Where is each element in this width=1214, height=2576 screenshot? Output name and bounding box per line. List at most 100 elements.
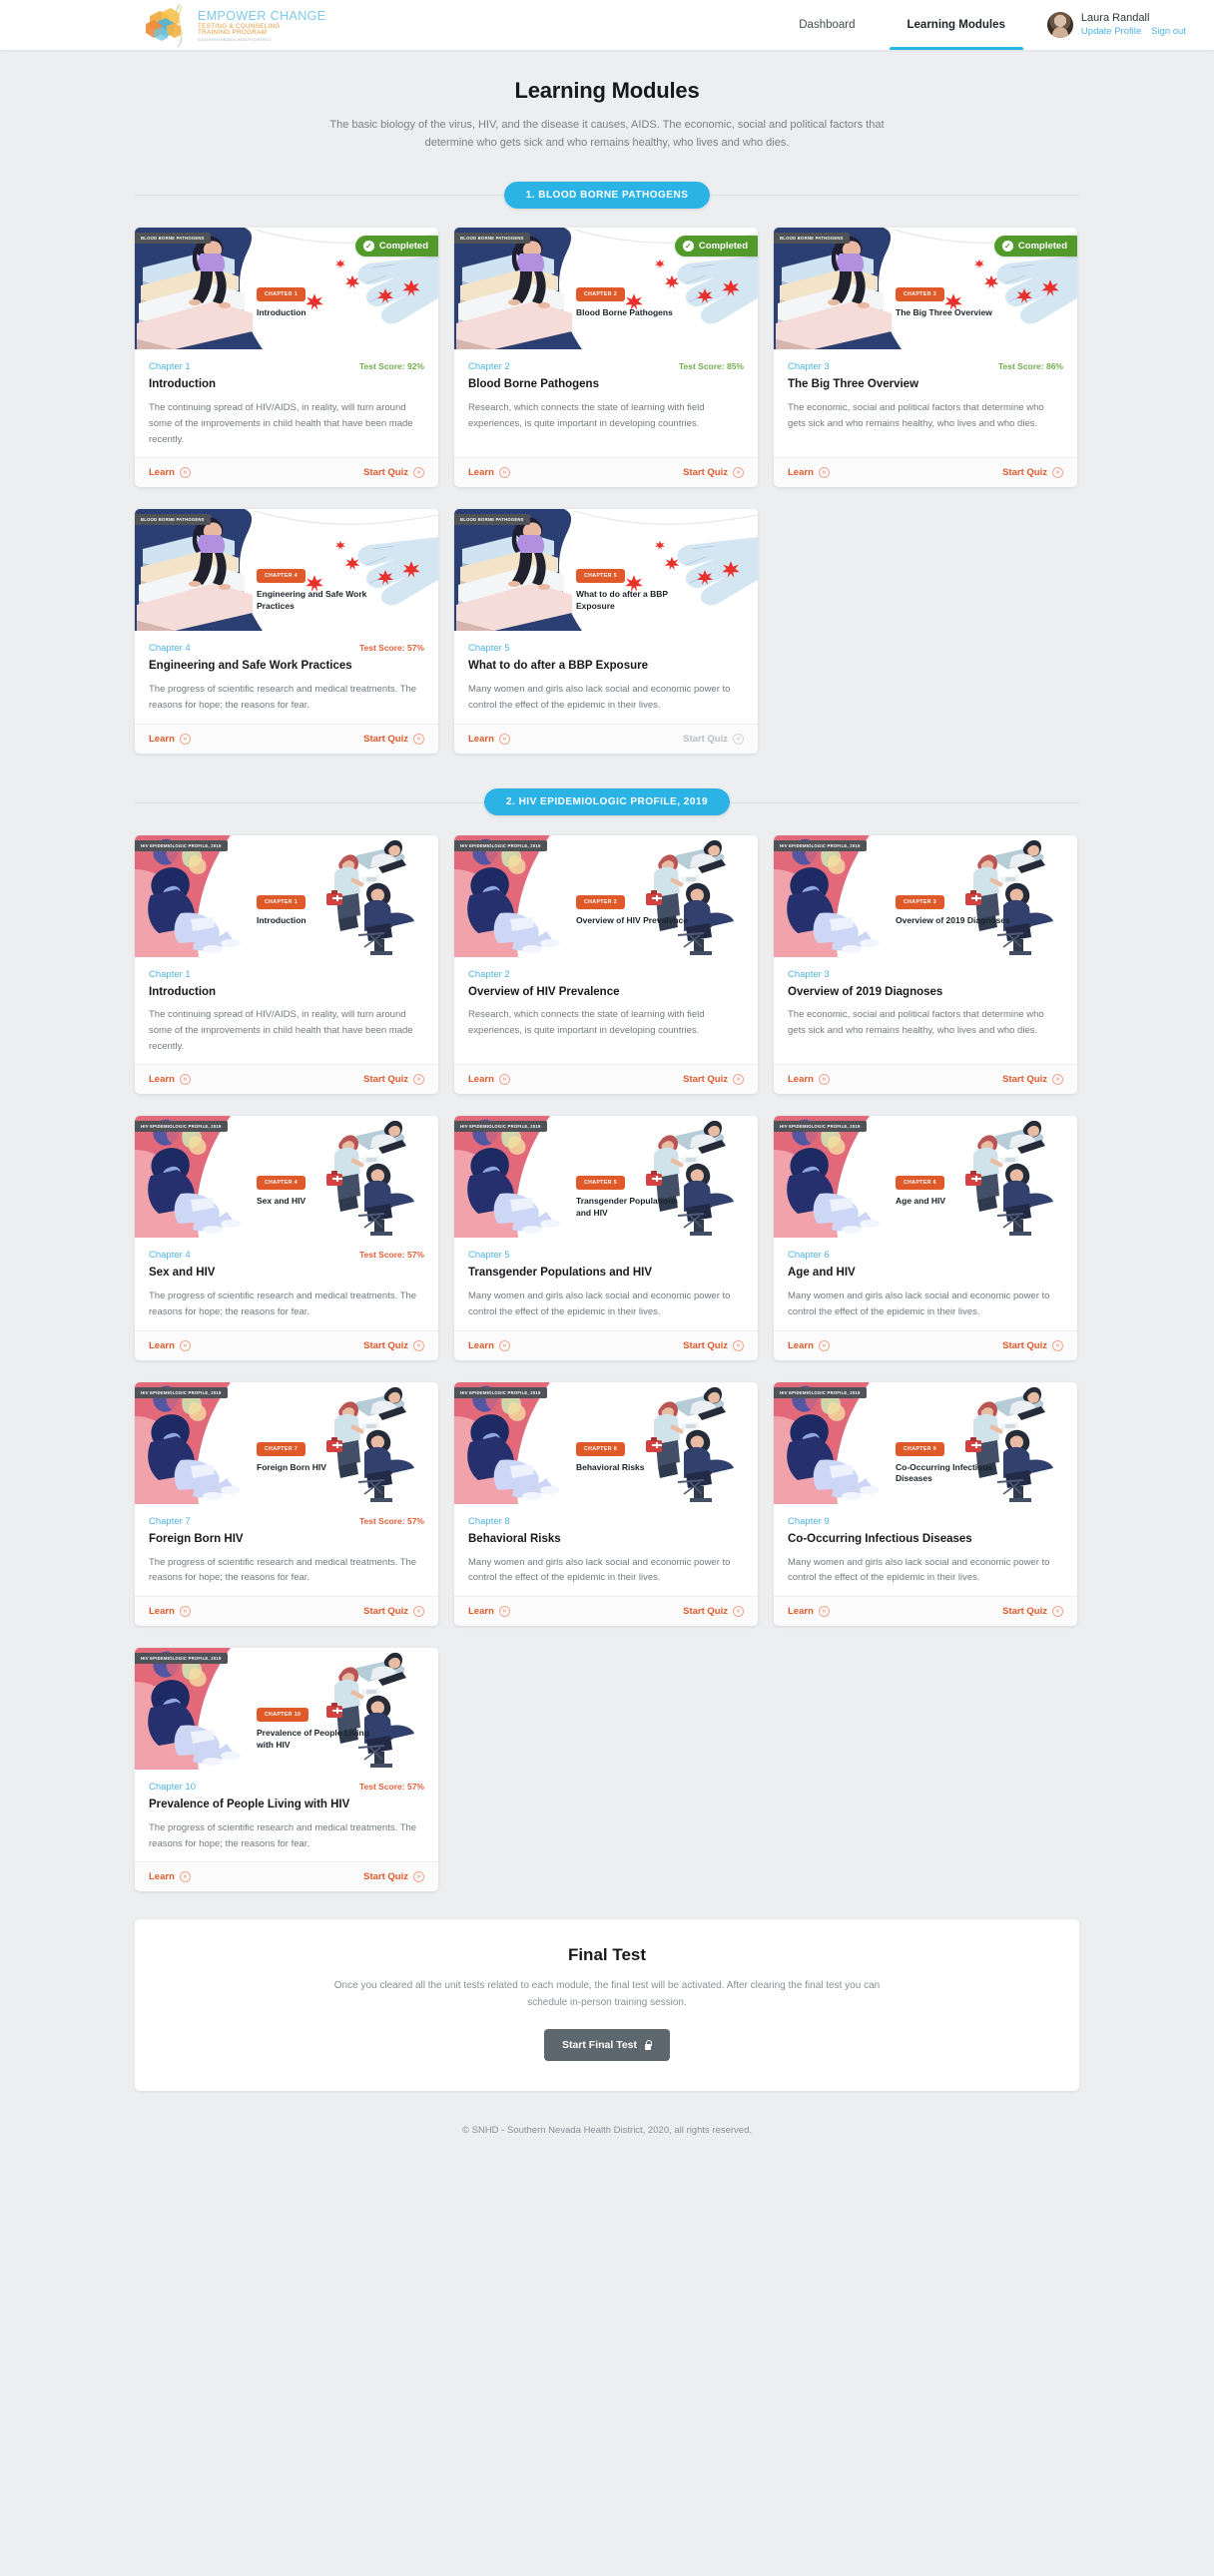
start-quiz-label: Start Quiz <box>683 1606 728 1618</box>
start-quiz-button[interactable]: Start Quiz » <box>363 1871 424 1883</box>
card-footer: Learn » Start Quiz » <box>135 723 438 754</box>
learn-button[interactable]: Learn » <box>788 1339 830 1351</box>
start-quiz-label: Start Quiz <box>1002 1339 1047 1351</box>
module-card[interactable]: HIV EPIDEMIOLOGIC PROFILE, 2019 CHAPTER … <box>454 1116 758 1360</box>
start-quiz-button[interactable]: Start Quiz » <box>1002 1339 1063 1351</box>
learn-button[interactable]: Learn » <box>149 1606 191 1618</box>
section-header: 2. HIV EPIDEMIOLOGIC PROFILE, 2019 <box>0 787 1214 817</box>
start-quiz-button[interactable]: Start Quiz » <box>683 1339 744 1351</box>
module-card[interactable]: HIV EPIDEMIOLOGIC PROFILE, 2019 CHAPTER … <box>135 1116 438 1360</box>
card-footer: Learn » Start Quiz » <box>774 1596 1077 1627</box>
module-card[interactable]: BLOOD BORNE PATHOGENS ✓ Completed CHAPTE… <box>454 228 758 488</box>
start-quiz-button[interactable]: Start Quiz » <box>363 467 424 479</box>
card-hero: HIV EPIDEMIOLOGIC PROFILE, 2019 CHAPTER … <box>774 834 1077 957</box>
hero-title: Engineering and Safe Work Practices <box>257 589 367 611</box>
start-final-test-button[interactable]: Start Final Test <box>543 2029 671 2062</box>
learn-button[interactable]: Learn » <box>788 1074 830 1086</box>
completed-badge: ✓ Completed <box>993 236 1077 258</box>
learn-button[interactable]: Learn » <box>788 1606 830 1618</box>
learn-label: Learn <box>149 733 175 745</box>
card-hero: HIV EPIDEMIOLOGIC PROFILE, 2019 CHAPTER … <box>454 834 758 957</box>
user-menu[interactable]: Laura Randall Update Profile Sign out <box>1031 0 1214 50</box>
module-card[interactable]: HIV EPIDEMIOLOGIC PROFILE, 2019 CHAPTER … <box>135 834 438 1095</box>
section-header: 1. BLOOD BORNE PATHOGENS <box>0 180 1214 210</box>
start-quiz-button[interactable]: Start Quiz » <box>363 1606 424 1618</box>
chapter-chip: CHAPTER 8 <box>576 1441 625 1456</box>
module-card[interactable]: BLOOD BORNE PATHOGENS ✓ Completed CHAPTE… <box>135 228 438 488</box>
site-logo[interactable]: EMPOWER CHANGE TESTING & COUNSELING TRAI… <box>140 0 326 50</box>
learn-button[interactable]: Learn » <box>468 1606 510 1618</box>
card-description: The progress of scientific research and … <box>149 1821 417 1849</box>
module-card[interactable]: HIV EPIDEMIOLOGIC PROFILE, 2019 CHAPTER … <box>454 1381 758 1627</box>
module-tag: HIV EPIDEMIOLOGIC PROFILE, 2019 <box>774 1121 867 1133</box>
start-quiz-button[interactable]: Start Quiz » <box>1002 467 1063 479</box>
user-links: Update Profile Sign out <box>1081 26 1186 38</box>
chevron-right-icon: » <box>179 1339 191 1351</box>
card-footer: Learn » Start Quiz » <box>135 1329 438 1360</box>
card-title: Transgender Populations and HIV <box>468 1267 653 1280</box>
chapter-chip: CHAPTER 1 <box>257 287 305 302</box>
module-card[interactable]: BLOOD BORNE PATHOGENS CHAPTER 5 What to … <box>454 509 758 754</box>
card-title: Co-Occurring Infectious Diseases <box>788 1532 972 1545</box>
chapter-chip: CHAPTER 4 <box>257 569 305 584</box>
module-card[interactable]: HIV EPIDEMIOLOGIC PROFILE, 2019 CHAPTER … <box>774 1381 1077 1627</box>
test-score: Test Score: 92% <box>358 361 424 372</box>
module-card[interactable]: HIV EPIDEMIOLOGIC PROFILE, 2019 CHAPTER … <box>454 834 758 1095</box>
card-footer: Learn » Start Quiz » <box>135 1861 438 1892</box>
learn-button[interactable]: Learn » <box>468 467 510 479</box>
module-tag: HIV EPIDEMIOLOGIC PROFILE, 2019 <box>135 1653 228 1665</box>
update-profile-link[interactable]: Update Profile <box>1081 26 1141 38</box>
hero-title: Blood Borne Pathogens <box>576 307 673 318</box>
learn-button[interactable]: Learn » <box>149 467 191 479</box>
chevron-right-icon: » <box>1052 467 1063 479</box>
learn-label: Learn <box>468 733 494 745</box>
start-quiz-button[interactable]: Start Quiz » <box>683 467 744 479</box>
module-grid: BLOOD BORNE PATHOGENS ✓ Completed CHAPTE… <box>135 228 1079 759</box>
learn-button[interactable]: Learn » <box>149 1871 191 1883</box>
learn-button[interactable]: Learn » <box>468 733 510 745</box>
start-quiz-button[interactable]: Start Quiz » <box>363 733 424 745</box>
final-test-description: Once you cleared all the unit tests rela… <box>333 1980 881 2009</box>
module-tag: HIV EPIDEMIOLOGIC PROFILE, 2019 <box>454 1386 547 1398</box>
learn-button[interactable]: Learn » <box>468 1339 510 1351</box>
card-title: Sex and HIV <box>149 1267 216 1280</box>
learn-button[interactable]: Learn » <box>149 1074 191 1086</box>
learn-button[interactable]: Learn » <box>149 733 191 745</box>
learn-label: Learn <box>468 467 494 479</box>
module-tag: BLOOD BORNE PATHOGENS <box>135 514 211 526</box>
module-card[interactable]: HIV EPIDEMIOLOGIC PROFILE, 2019 CHAPTER … <box>135 1381 438 1627</box>
module-card[interactable]: HIV EPIDEMIOLOGIC PROFILE, 2019 CHAPTER … <box>135 1648 438 1892</box>
start-quiz-label: Start Quiz <box>363 1339 408 1351</box>
learn-label: Learn <box>149 1074 175 1086</box>
learn-button[interactable]: Learn » <box>788 467 830 479</box>
start-quiz-button[interactable]: Start Quiz » <box>683 1074 744 1086</box>
module-tag: HIV EPIDEMIOLOGIC PROFILE, 2019 <box>774 839 867 851</box>
module-card[interactable]: BLOOD BORNE PATHOGENS ✓ Completed CHAPTE… <box>774 228 1077 488</box>
start-quiz-button[interactable]: Start Quiz » <box>1002 1606 1063 1618</box>
start-quiz-button[interactable]: Start Quiz » <box>363 1339 424 1351</box>
card-title: Engineering and Safe Work Practices <box>149 660 352 673</box>
card-description: Many women and girls also lack social an… <box>788 1290 1050 1318</box>
nav-item-dashboard[interactable]: Dashboard <box>773 0 881 50</box>
page-subtitle: The basic biology of the virus, HIV, and… <box>329 119 885 150</box>
module-card[interactable]: HIV EPIDEMIOLOGIC PROFILE, 2019 CHAPTER … <box>774 834 1077 1095</box>
module-card[interactable]: BLOOD BORNE PATHOGENS CHAPTER 4 Engineer… <box>135 509 438 754</box>
start-quiz-button[interactable]: Start Quiz » <box>363 1074 424 1086</box>
learn-button[interactable]: Learn » <box>149 1339 191 1351</box>
start-quiz-button[interactable]: Start Quiz » <box>683 1606 744 1618</box>
card-meta-row: Chapter 4 Test Score: 57% <box>149 1250 424 1261</box>
nav-item-learning-modules[interactable]: Learning Modules <box>882 0 1031 50</box>
start-quiz-button[interactable]: Start Quiz » <box>1002 1074 1063 1086</box>
module-card[interactable]: HIV EPIDEMIOLOGIC PROFILE, 2019 CHAPTER … <box>774 1116 1077 1360</box>
card-footer: Learn » Start Quiz » <box>454 1596 758 1627</box>
card-hero: BLOOD BORNE PATHOGENS ✓ Completed CHAPTE… <box>774 228 1077 350</box>
card-hero: HIV EPIDEMIOLOGIC PROFILE, 2019 CHAPTER … <box>135 1381 438 1504</box>
card-description: Research, which connects the state of le… <box>468 1009 705 1037</box>
sign-out-link[interactable]: Sign out <box>1151 26 1186 38</box>
card-title: Overview of 2019 Diagnoses <box>788 985 943 998</box>
logo-title: EMPOWER CHANGE <box>198 8 326 23</box>
learn-button[interactable]: Learn » <box>468 1074 510 1086</box>
card-meta-row: Chapter 7 Test Score: 57% <box>149 1516 424 1527</box>
start-quiz-label: Start Quiz <box>363 1074 408 1086</box>
chevron-right-icon: » <box>818 1074 830 1086</box>
